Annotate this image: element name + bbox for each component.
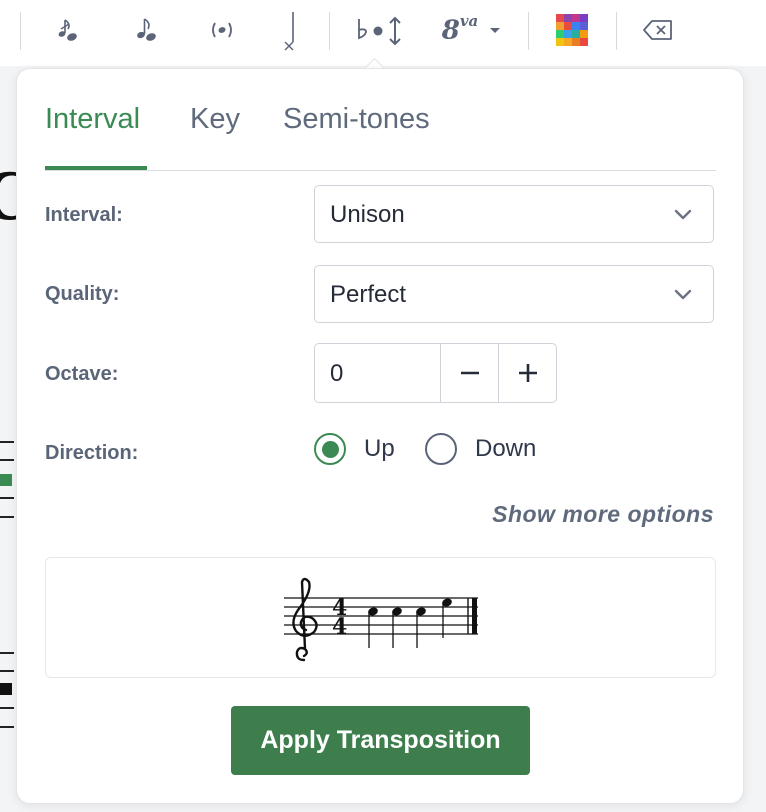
radio-checked-icon	[314, 433, 346, 465]
stem-direction-button[interactable]	[274, 8, 304, 52]
show-more-options-link[interactable]: Show more options	[492, 501, 714, 528]
octave-increment-button[interactable]	[498, 344, 557, 402]
toolbar-separator	[20, 12, 21, 50]
staff-line	[0, 726, 14, 728]
direction-up-radio[interactable]: Up	[314, 433, 395, 465]
toolbar-separator	[528, 12, 529, 50]
direction-down-radio[interactable]: Down	[425, 433, 536, 465]
plus-icon	[519, 364, 537, 382]
toolbar: 8va	[0, 0, 766, 66]
apply-transposition-button[interactable]: Apply Transposition	[231, 706, 530, 775]
flat-transpose-icon	[358, 16, 401, 46]
radio-unchecked-icon	[425, 433, 457, 465]
octave-stepper: 0	[314, 343, 557, 403]
active-tab-indicator	[45, 166, 147, 170]
grace-note-icon	[58, 19, 77, 41]
interval-select[interactable]: Unison	[314, 185, 714, 243]
interval-select-value: Unison	[330, 201, 405, 228]
transposition-preview: 4 4	[45, 557, 716, 678]
toolbar-separator	[329, 12, 330, 50]
octave-decrement-button[interactable]	[440, 344, 499, 402]
staff-line	[0, 652, 14, 654]
quality-select-value: Perfect	[330, 281, 407, 308]
color-palette-button[interactable]	[554, 8, 590, 52]
transpose-popover: Interval Key Semi-tones Interval: Unison…	[16, 68, 744, 804]
staff-line	[0, 670, 14, 672]
staff-line	[0, 459, 14, 461]
parentheses-note-icon	[212, 22, 232, 38]
direction-up-label: Up	[364, 435, 395, 462]
note-marker	[0, 683, 12, 695]
score-preview: 4 4	[284, 577, 478, 662]
ottava-icon: 8va	[441, 11, 479, 46]
svg-text:4: 4	[332, 614, 347, 640]
tab-interval[interactable]: Interval	[45, 103, 140, 136]
treble-clef-icon	[292, 577, 318, 662]
delete-button[interactable]	[638, 8, 678, 52]
chevron-down-icon	[674, 289, 692, 300]
tab-semi-tones[interactable]: Semi-tones	[283, 103, 430, 136]
delete-backspace-icon	[643, 20, 672, 40]
ottava-button[interactable]: 8va	[436, 8, 506, 52]
staff-line	[0, 497, 14, 499]
interval-label: Interval:	[45, 204, 123, 226]
staff-line	[0, 441, 14, 443]
color-palette-icon	[556, 14, 588, 46]
quality-label: Quality:	[45, 283, 120, 305]
tab-key[interactable]: Key	[190, 103, 240, 136]
selected-note-marker	[0, 474, 12, 486]
octave-label: Octave:	[45, 363, 119, 385]
grace-note-button[interactable]	[48, 8, 88, 52]
direction-down-label: Down	[475, 435, 537, 462]
tab-bar: Interval Key Semi-tones	[45, 99, 716, 171]
eighth-note-icon	[137, 18, 156, 41]
minus-icon	[461, 371, 479, 375]
preview-notes	[368, 598, 452, 648]
direction-label: Direction:	[45, 442, 139, 464]
toolbar-separator	[616, 12, 617, 50]
transpose-button[interactable]	[352, 8, 406, 52]
staff-line	[0, 516, 14, 518]
parentheses-note-button[interactable]	[202, 8, 242, 52]
octave-value-input[interactable]: 0	[330, 360, 343, 388]
quality-select[interactable]: Perfect	[314, 265, 714, 323]
staff-line	[0, 707, 14, 709]
stem-direction-icon	[284, 12, 294, 51]
eighth-note-button[interactable]	[126, 8, 166, 52]
caret-down-icon	[490, 27, 501, 33]
chevron-down-icon	[674, 209, 692, 220]
